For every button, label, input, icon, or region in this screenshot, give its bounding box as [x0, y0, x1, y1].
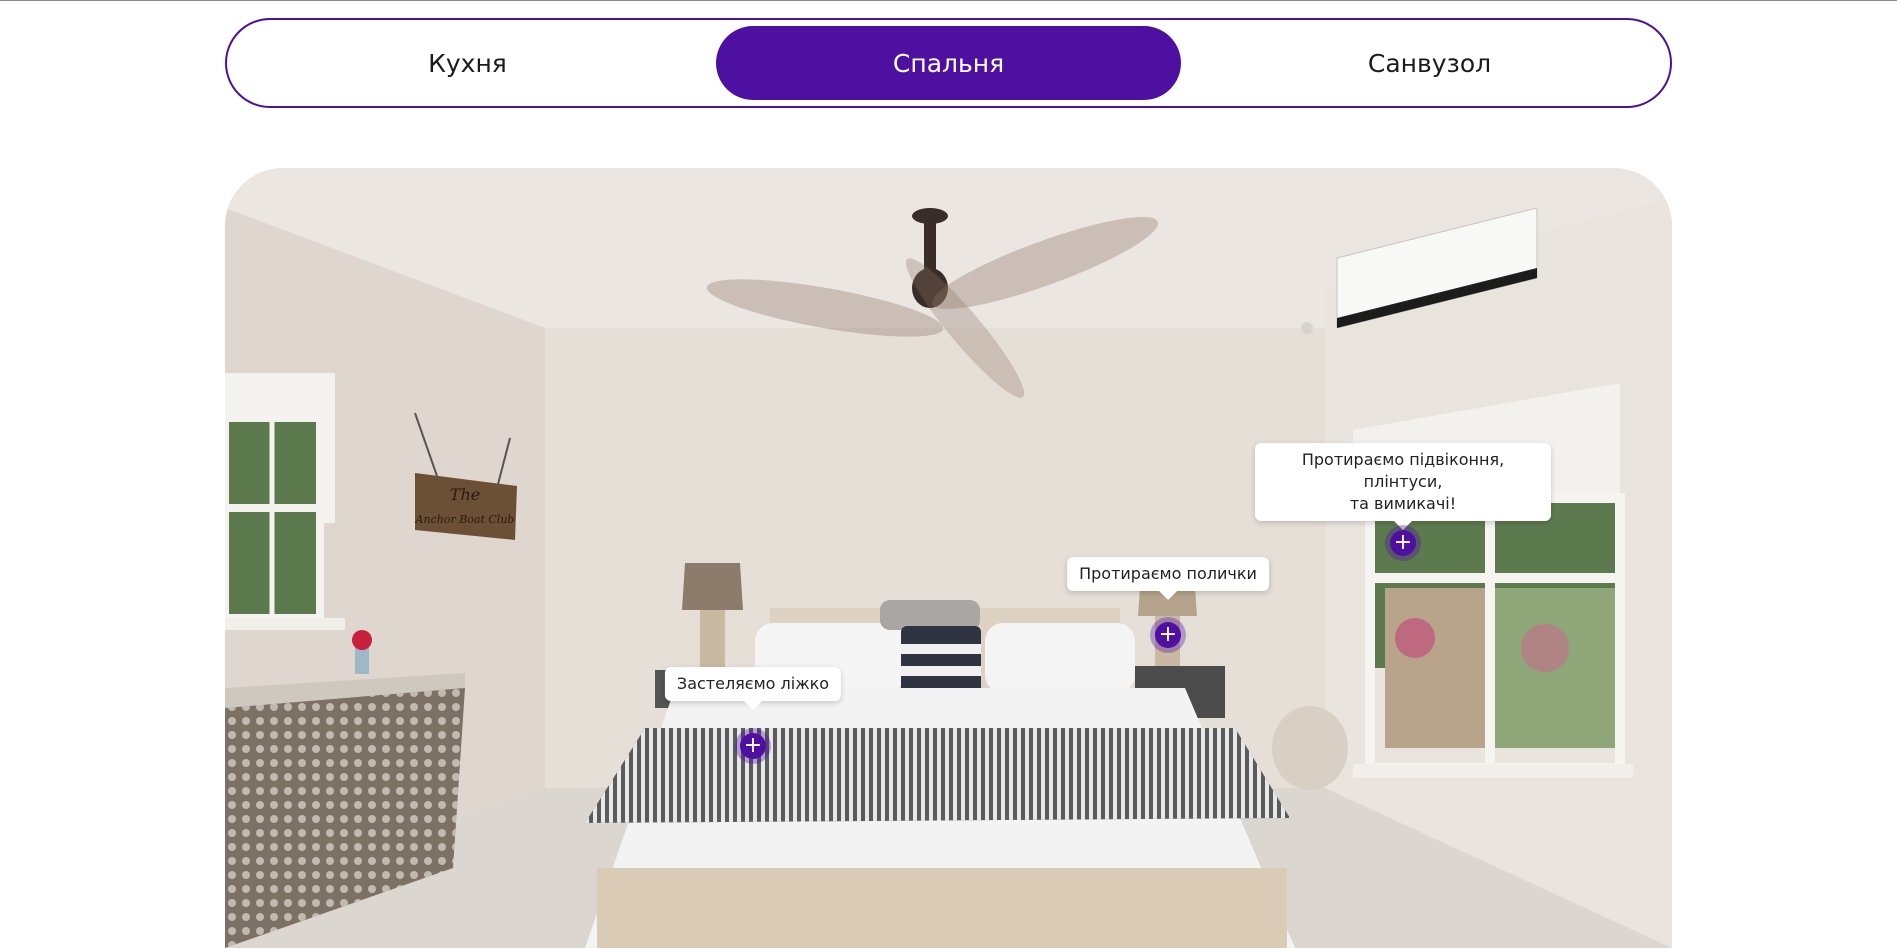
tooltip-shelves-label: Протираємо полички	[1079, 564, 1257, 583]
plus-icon: +	[1393, 530, 1413, 555]
tooltip-windowsill: Протираємо підвіконня, плінтуси, та вими…	[1255, 443, 1551, 530]
tooltip-windowsill-line1: Протираємо підвіконня, плінтуси,	[1301, 450, 1505, 491]
svg-text:The: The	[450, 485, 480, 504]
top-divider	[0, 0, 1897, 1]
plus-icon: +	[1158, 622, 1178, 647]
hotspot-shelves[interactable]: +	[1155, 622, 1181, 648]
bedroom-photo: The Anchor Boat Club Застеляємо ліжко + …	[225, 168, 1672, 948]
room-tabs: Кухня Спальня Санвузол	[225, 18, 1672, 108]
tooltip-shelves: Протираємо полички	[1067, 557, 1269, 600]
hotspot-windowsill[interactable]: +	[1390, 530, 1416, 556]
svg-text:Anchor Boat Club: Anchor Boat Club	[415, 513, 515, 526]
tooltip-windowsill-line2: та вимикачі!	[1349, 494, 1457, 513]
basket	[1272, 706, 1348, 790]
hotspot-bed[interactable]: +	[740, 733, 766, 759]
tab-bathroom[interactable]: Санвузол	[1197, 26, 1662, 100]
tab-kitchen[interactable]: Кухня	[235, 26, 700, 100]
tooltip-bed: Застеляємо ліжко	[664, 667, 842, 710]
tooltip-bed-label: Застеляємо ліжко	[676, 674, 830, 693]
tab-bedroom[interactable]: Спальня	[716, 26, 1181, 100]
plus-icon: +	[743, 733, 763, 758]
